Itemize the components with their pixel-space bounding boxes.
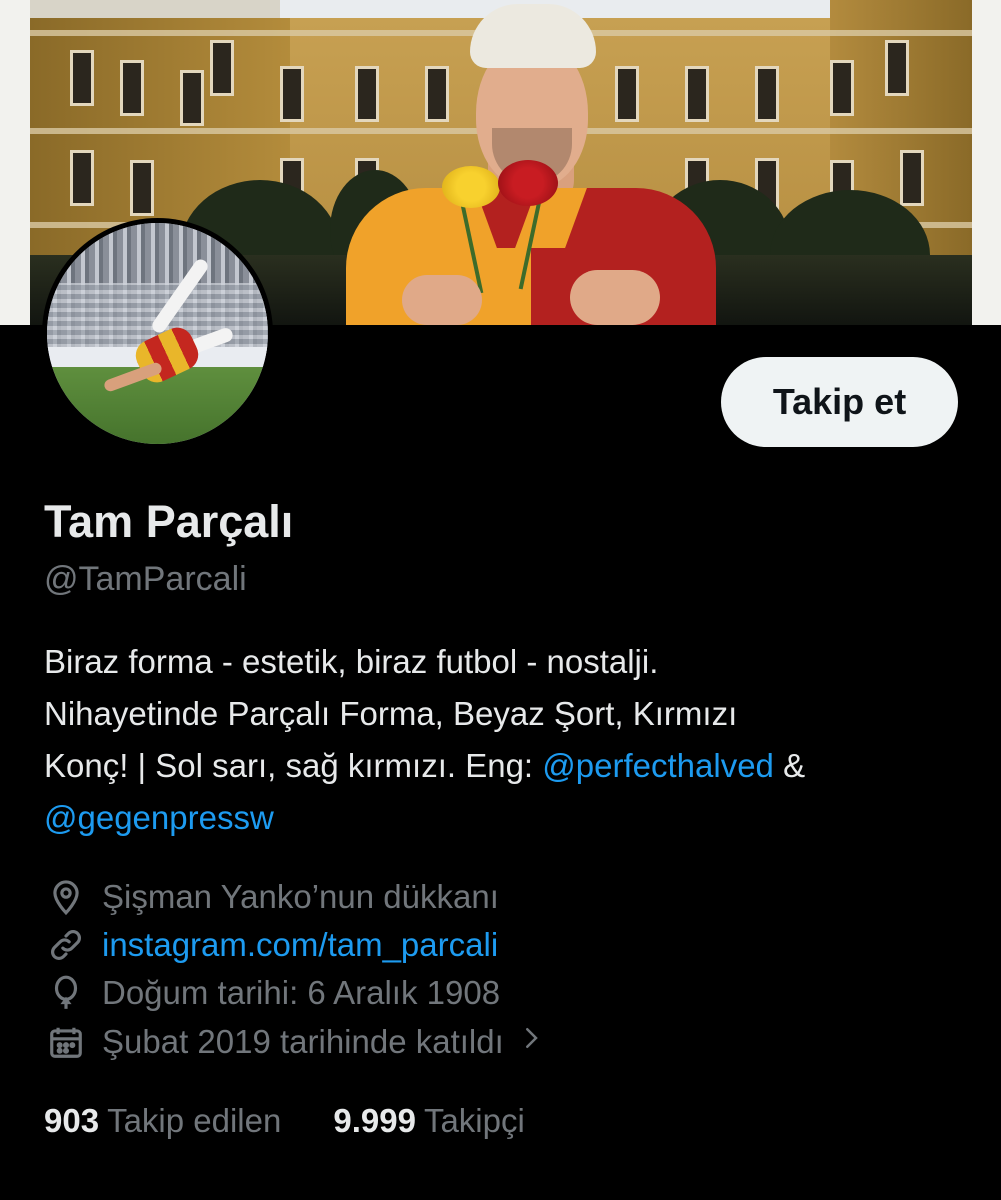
- birthdate-row: Doğum tarihi: 6 Aralık 1908: [44, 970, 500, 1016]
- following-count: 903: [44, 1102, 100, 1139]
- location-text: Şişman Yanko’nun dükkanı: [102, 878, 499, 915]
- display-name: Tam Parçalı: [44, 496, 294, 547]
- bio-line: Konç! | Sol sarı, sağ kırmızı. Eng: @per…: [44, 740, 974, 792]
- followers-count: 9.999: [333, 1102, 416, 1139]
- follow-button[interactable]: Takip et: [721, 357, 958, 447]
- website-link[interactable]: instagram.com/tam_parcali: [102, 926, 498, 964]
- bio-text: &: [773, 747, 806, 784]
- following-stat[interactable]: 903 Takip edilen: [44, 1102, 281, 1140]
- profile-avatar[interactable]: [42, 218, 273, 449]
- user-handle: @TamParcali: [44, 560, 247, 598]
- bio-line: @gegenpressw: [44, 792, 974, 844]
- website-row: instagram.com/tam_parcali: [44, 922, 498, 968]
- avatar-photo: [47, 223, 268, 444]
- joined-row[interactable]: Şubat 2019 tarihinde katıldı: [44, 1019, 546, 1065]
- bio-line: Biraz forma - estetik, biraz futbol - no…: [44, 643, 659, 680]
- balloon-icon: [44, 971, 88, 1015]
- followers-stat[interactable]: 9.999 Takipçi: [333, 1102, 524, 1140]
- calendar-icon: [44, 1020, 88, 1064]
- bio-text: Konç! | Sol sarı, sağ kırmızı. Eng:: [44, 747, 543, 784]
- followers-label: Takipçi: [423, 1102, 525, 1139]
- link-icon: [44, 923, 88, 967]
- joined-text: Şubat 2019 tarihinde katıldı: [102, 1023, 504, 1060]
- location-pin-icon: [44, 875, 88, 919]
- following-label: Takip edilen: [107, 1102, 282, 1139]
- follow-stats: 903 Takip edilen 9.999 Takipçi: [44, 1102, 577, 1140]
- mention-link[interactable]: @gegenpressw: [44, 799, 274, 836]
- chevron-right-icon: [516, 1023, 546, 1061]
- profile-bio: Biraz forma - estetik, biraz futbol - no…: [44, 636, 974, 844]
- mention-link[interactable]: @perfecthalved: [542, 747, 774, 784]
- location-row: Şişman Yanko’nun dükkanı: [44, 874, 499, 920]
- birthdate-text: Doğum tarihi: 6 Aralık 1908: [102, 974, 501, 1011]
- bio-line: Nihayetinde Parçalı Forma, Beyaz Şort, K…: [44, 695, 738, 732]
